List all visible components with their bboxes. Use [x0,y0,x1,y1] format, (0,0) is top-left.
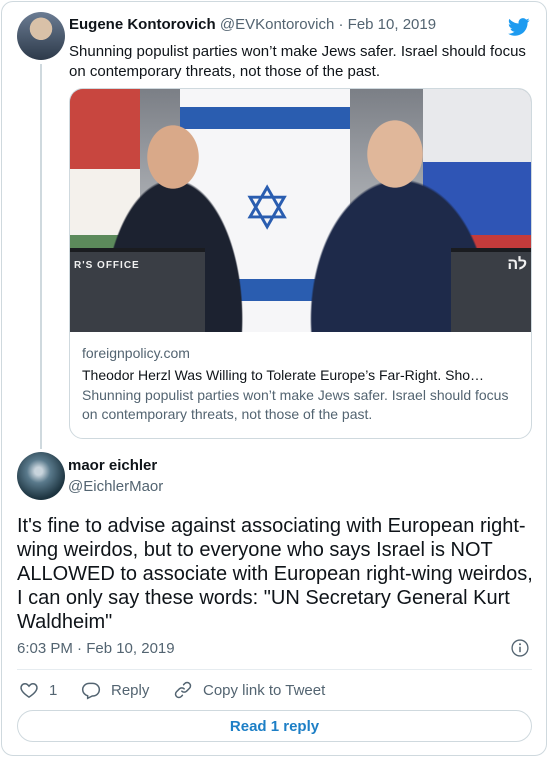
tweet-timestamp[interactable]: 6:03 PM · Feb 10, 2019 [17,640,175,657]
tweet-date[interactable]: Feb 10, 2019 [348,16,436,33]
tweet-text: It's fine to advise against associating … [17,515,533,633]
avatar[interactable] [17,12,65,60]
link-preview-body: foreignpolicy.com Theodor Herzl Was Will… [82,344,522,424]
reply-button[interactable]: Reply [81,680,149,700]
heart-icon [20,682,38,698]
thread-connector-line [40,64,42,449]
author-name[interactable]: maor eichler [68,457,157,474]
parent-tweet-text: Shunning populist parties won’t make Jew… [69,43,526,80]
link-domain: foreignpolicy.com [82,345,190,361]
article-photo: ✡ R'S OFFICE לה [70,89,531,332]
parent-tweet-header: Eugene Kontorovich @EVKontorovich · Feb … [69,16,436,33]
reply-bubble-icon [81,682,101,700]
twitter-bird-icon[interactable] [507,16,531,38]
like-count: 1 [49,681,58,699]
author-handle[interactable]: @EVKontorovich [220,16,334,33]
copy-link-button[interactable]: Copy link to Tweet [173,680,325,700]
info-icon[interactable] [510,638,530,658]
podium-sign: לה [507,256,527,273]
link-icon [174,681,192,699]
author-name[interactable]: Eugene Kontorovich [69,16,216,33]
author-handle[interactable]: @EichlerMaor [68,478,163,495]
podium-sign: R'S OFFICE [74,260,140,271]
avatar[interactable] [17,452,65,500]
star-of-david-icon: ✡ [242,175,293,242]
link-headline: Theodor Herzl Was Willing to Tolerate Eu… [82,367,485,383]
reply-label: Reply [111,681,150,699]
link-preview-card[interactable]: ✡ R'S OFFICE לה foreignpolicy.com Theodo… [69,88,532,439]
separator: · [338,16,344,33]
copy-link-label: Copy link to Tweet [203,681,326,699]
podium-right: לה [451,248,531,332]
podium-left: R'S OFFICE [70,248,205,332]
like-button[interactable]: 1 [19,680,57,700]
read-replies-button[interactable]: Read 1 reply [17,710,532,742]
divider [17,669,532,670]
link-description: Shunning populist parties won’t make Jew… [82,387,509,422]
